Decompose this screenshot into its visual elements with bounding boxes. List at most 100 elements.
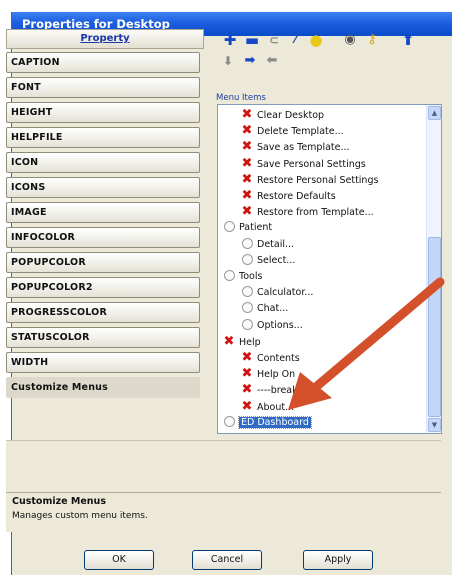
property-column-header[interactable]: Property: [6, 29, 204, 49]
tree-item-label: Options...: [257, 319, 303, 331]
outdent-icon[interactable]: ⬅: [262, 52, 282, 70]
x-icon: ✖: [241, 366, 253, 382]
tree-item-label: Delete Template...: [257, 126, 344, 138]
tree-item-label: Contents: [257, 353, 300, 364]
remove-icon[interactable]: ▬: [242, 31, 262, 49]
tree-item[interactable]: Select...: [240, 253, 295, 269]
tree-item[interactable]: Options...: [240, 318, 303, 334]
tree-item-label: ED Dashboard: [238, 415, 312, 429]
tree-item[interactable]: ✖ Save Personal Settings: [240, 156, 366, 172]
x-icon: ✖: [241, 171, 253, 187]
description-text: Manages custom menu items.: [12, 511, 148, 521]
folder-icon: [222, 269, 236, 285]
tree-item[interactable]: ✖ Restore Personal Settings: [240, 171, 379, 188]
property-item-helpfile[interactable]: HELPFILE: [6, 127, 200, 148]
property-item-image[interactable]: IMAGE: [6, 202, 200, 223]
tree-item-label: ----break: [257, 385, 298, 397]
property-item-width[interactable]: WIDTH: [6, 352, 200, 373]
cancel-button[interactable]: Cancel: [192, 550, 262, 570]
tree-item-label: Detail...: [257, 238, 295, 250]
tree-item[interactable]: ✖ Help On: [240, 366, 296, 382]
tree-item[interactable]: ✖ ----break: [240, 382, 298, 398]
x-icon: ✖: [241, 398, 253, 414]
tree-item-label: Chat...: [257, 303, 289, 315]
tree-item-label: Help: [239, 336, 261, 348]
x-icon: ✖: [241, 350, 253, 365]
tree-item-label: Tools: [239, 271, 263, 282]
property-item-popupcolor[interactable]: POPUPCOLOR: [6, 252, 200, 273]
key-icon[interactable]: ⚷: [362, 31, 382, 49]
add-icon[interactable]: ✚: [220, 31, 240, 49]
folder-icon: [222, 415, 236, 431]
x-icon: ✖: [241, 139, 253, 155]
tree-item-label: Save as Template...: [257, 142, 350, 154]
tree-item-label: Restore Defaults: [257, 191, 336, 202]
tree-item[interactable]: Tools: [222, 269, 262, 285]
folder-icon: [240, 253, 254, 269]
tree-item[interactable]: ✖ Clear Desktop: [240, 107, 325, 123]
tree-item-label: Restore from Template...: [257, 207, 374, 219]
move-up-icon[interactable]: ⬆: [398, 31, 418, 49]
property-item-customize-menus[interactable]: Customize Menus: [6, 377, 200, 398]
x-icon: ✖: [241, 107, 253, 122]
tree-item[interactable]: ✖ Restore Defaults: [240, 188, 336, 204]
tree-item[interactable]: ✖ About...: [240, 398, 295, 415]
tree-item[interactable]: ✖ Delete Template...: [240, 123, 344, 139]
tree-item[interactable]: Calculator...: [240, 285, 313, 301]
description-panel: Customize Menus Manages custom menu item…: [6, 492, 441, 532]
tree-item[interactable]: ED Dashboard: [222, 415, 312, 431]
tree-item-label: About...: [257, 401, 295, 413]
scroll-down-icon[interactable]: ▼: [428, 418, 441, 432]
lock-icon[interactable]: ◉: [340, 31, 360, 49]
x-icon: ✖: [241, 123, 253, 139]
indent-icon[interactable]: ➡: [240, 52, 260, 70]
tree-item[interactable]: ✖ Restore from Template...: [240, 204, 374, 220]
x-icon: ✖: [241, 155, 253, 171]
property-item-progresscolor[interactable]: PROGRESSCOLOR: [6, 302, 200, 323]
move-down-icon[interactable]: ⬇: [218, 52, 238, 70]
tree-scrollbar[interactable]: ▲ ▼: [426, 105, 441, 433]
menu-items-tree[interactable]: ED Dashboard ✖ About... ✖ ----break ✖ Help On ✖…: [217, 104, 442, 434]
tree-item-label: Calculator...: [257, 287, 314, 299]
link-icon[interactable]: ⊂: [264, 31, 284, 49]
tree-item-label: Restore Personal Settings: [257, 174, 379, 186]
tree-item[interactable]: ✖ Save as Template...: [240, 139, 350, 155]
tree-item-label: Select...: [257, 254, 296, 266]
wand-icon[interactable]: ⁄: [286, 31, 306, 49]
x-icon: ✖: [223, 333, 235, 349]
scroll-up-icon[interactable]: ▲: [428, 106, 441, 120]
x-icon: ✖: [241, 188, 253, 203]
x-icon: ✖: [241, 204, 253, 220]
scrollbar-thumb[interactable]: [428, 237, 441, 417]
apply-button[interactable]: Apply: [303, 550, 373, 570]
menu-items-label: Menu Items: [216, 93, 266, 103]
tree-item[interactable]: Chat...: [240, 301, 288, 317]
folder-icon: [240, 237, 254, 253]
lightbulb-icon[interactable]: ●: [306, 31, 326, 49]
tree-item[interactable]: Patient: [222, 220, 272, 236]
description-title: Customize Menus: [12, 496, 106, 507]
property-item-popupcolor2[interactable]: POPUPCOLOR2: [6, 277, 200, 298]
folder-icon: [240, 318, 254, 334]
folder-icon: [222, 220, 236, 236]
property-item-statuscolor[interactable]: STATUSCOLOR: [6, 327, 200, 348]
tree-item[interactable]: Detail...: [240, 237, 294, 253]
x-icon: ✖: [241, 382, 253, 398]
description-spacer: [6, 440, 441, 492]
property-item-caption[interactable]: CAPTION: [6, 52, 200, 73]
property-item-infocolor[interactable]: INFOCOLOR: [6, 227, 200, 248]
tree-item[interactable]: ✖ Help: [222, 334, 261, 350]
property-item-icons[interactable]: ICONS: [6, 177, 200, 198]
tree-item-label: Clear Desktop: [257, 110, 325, 121]
tree-item-label: Help On: [257, 369, 296, 381]
tree-item-label: Save Personal Settings: [257, 158, 366, 170]
menu-toolbar: ✚ ▬ ⊂ ⁄ ● ◉ ⚷ ⬆ ⬇ ➡ ⬅: [214, 30, 441, 90]
folder-icon: [240, 285, 254, 301]
property-item-icon[interactable]: ICON: [6, 152, 200, 173]
tree-item-label: Patient: [239, 222, 273, 234]
ok-button[interactable]: OK: [84, 550, 154, 570]
tree-item[interactable]: ✖ Contents: [240, 350, 300, 366]
property-item-height[interactable]: HEIGHT: [6, 102, 200, 123]
property-item-font[interactable]: FONT: [6, 77, 200, 98]
folder-icon: [240, 301, 254, 317]
